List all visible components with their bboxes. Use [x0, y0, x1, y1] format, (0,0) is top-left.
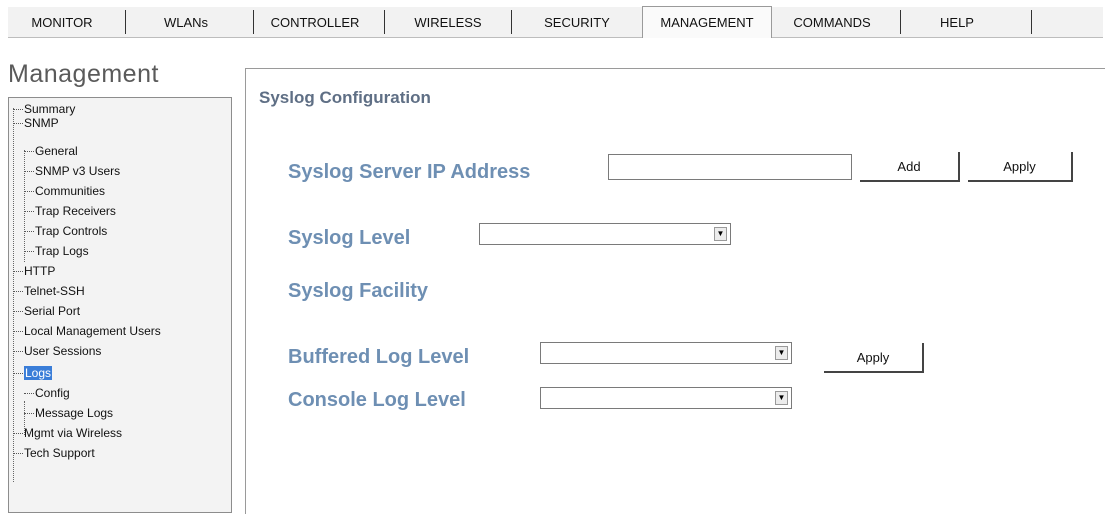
tab-controller[interactable]: CONTROLLER: [256, 7, 374, 37]
sidebar-item-tech-support[interactable]: Tech Support: [13, 446, 95, 460]
tab-management[interactable]: MANAGEMENT: [642, 6, 772, 38]
sidebar-tree: Summary SNMP General SNMP v3 Users Commu…: [8, 97, 232, 513]
page-title: Syslog Configuration: [259, 88, 431, 107]
sidebar-item-snmp[interactable]: SNMP: [13, 116, 59, 130]
syslog-server-ip-input[interactable]: [608, 154, 852, 180]
chevron-down-icon[interactable]: ▼: [714, 227, 727, 241]
sidebar-title: Management: [8, 60, 159, 88]
sidebar-item-snmp-v3-users[interactable]: SNMP v3 Users: [24, 164, 120, 178]
buffered-log-level-select[interactable]: ▼: [540, 342, 792, 364]
chevron-down-icon[interactable]: ▼: [775, 346, 788, 360]
chevron-down-icon[interactable]: ▼: [775, 391, 788, 405]
tab-separator: [900, 10, 901, 34]
syslog-level-label: Syslog Level: [288, 227, 411, 249]
syslog-server-ip-label: Syslog Server IP Address: [288, 161, 531, 183]
tab-separator: [1031, 10, 1032, 34]
console-log-level-label: Console Log Level: [288, 389, 466, 411]
sidebar-item-config[interactable]: Config: [24, 386, 70, 400]
sidebar-item-message-logs[interactable]: Message Logs: [24, 406, 113, 420]
sidebar-item-summary[interactable]: Summary: [13, 102, 75, 116]
sidebar-item-trap-controls[interactable]: Trap Controls: [24, 224, 107, 238]
tab-separator: [253, 10, 254, 34]
sidebar-item-logs[interactable]: Logs: [13, 366, 53, 380]
buffered-apply-button[interactable]: Apply: [824, 343, 924, 373]
tab-separator: [125, 10, 126, 34]
tab-separator: [384, 10, 385, 34]
console-log-level-select[interactable]: ▼: [540, 387, 792, 409]
add-button[interactable]: Add: [860, 152, 960, 182]
syslog-level-select[interactable]: ▼: [479, 223, 731, 245]
syslog-facility-label: Syslog Facility: [288, 280, 429, 302]
sidebar-item-communities[interactable]: Communities: [24, 184, 105, 198]
tab-monitor[interactable]: MONITOR: [10, 7, 114, 37]
sidebar-item-serial-port[interactable]: Serial Port: [13, 304, 80, 318]
sidebar-item-telnet-ssh[interactable]: Telnet-SSH: [13, 284, 85, 298]
sidebar-item-local-management-users[interactable]: Local Management Users: [13, 324, 161, 338]
buffered-log-level-label: Buffered Log Level: [288, 346, 470, 368]
tab-security[interactable]: SECURITY: [514, 7, 640, 37]
sidebar-item-user-sessions[interactable]: User Sessions: [13, 344, 101, 358]
tab-help[interactable]: HELP: [902, 7, 1012, 37]
sidebar-item-trap-logs[interactable]: Trap Logs: [24, 244, 89, 258]
sidebar-item-trap-receivers[interactable]: Trap Receivers: [24, 204, 116, 218]
sidebar-item-general[interactable]: General: [24, 144, 78, 158]
tab-wlans[interactable]: WLANs: [130, 7, 242, 37]
apply-button[interactable]: Apply: [968, 152, 1073, 182]
sidebar-item-mgmt-via-wireless[interactable]: Mgmt via Wireless: [13, 426, 122, 440]
main-panel: Syslog Configuration Syslog Server IP Ad…: [245, 68, 1105, 514]
tab-commands[interactable]: COMMANDS: [772, 7, 892, 37]
tab-wireless[interactable]: WIRELESS: [388, 7, 508, 37]
sidebar-item-http[interactable]: HTTP: [13, 264, 55, 278]
tab-separator: [511, 10, 512, 34]
